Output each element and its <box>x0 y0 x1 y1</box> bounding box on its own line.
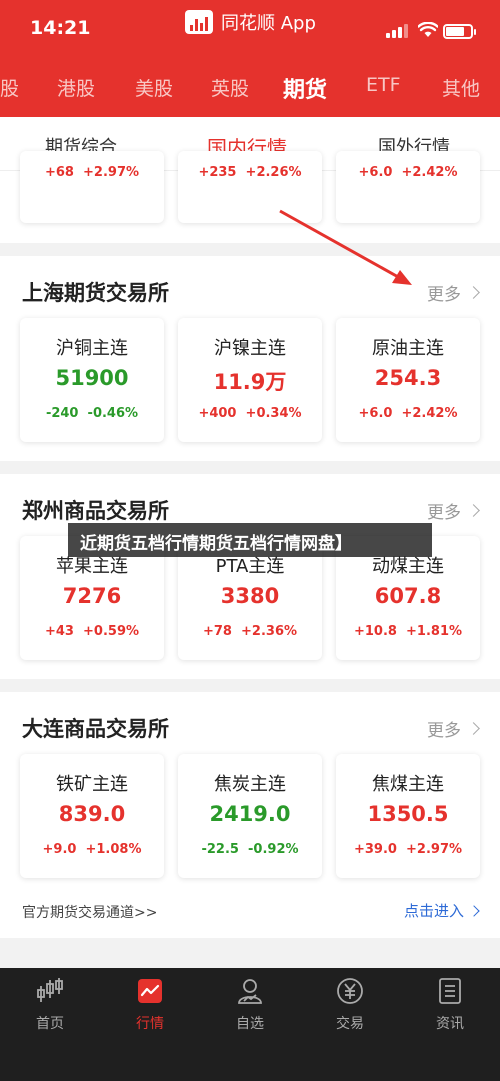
yen-icon <box>337 978 363 1004</box>
watermark-banner: 近期货五档行情期货五档行情网盘】 <box>68 523 432 557</box>
nav-label: 交易 <box>336 1016 364 1032</box>
chart-icon <box>138 979 162 1003</box>
nav-trade[interactable]: 交易 <box>300 976 400 1033</box>
nav-home[interactable]: 首页 <box>0 976 100 1033</box>
nav-label: 自选 <box>236 1016 264 1032</box>
nav-news[interactable]: 资讯 <box>400 976 500 1033</box>
nav-watchlist[interactable]: 自选 <box>200 976 300 1033</box>
candlestick-icon <box>37 978 63 1002</box>
nav-market[interactable]: 行情 <box>100 976 200 1033</box>
nav-label: 行情 <box>136 1016 164 1032</box>
person-icon <box>238 979 262 1004</box>
news-icon <box>439 978 461 1004</box>
bottom-nav: 首页 行情 自选 交易 资讯 <box>0 968 500 1081</box>
nav-label: 首页 <box>36 1016 64 1032</box>
nav-label: 资讯 <box>436 1016 464 1032</box>
